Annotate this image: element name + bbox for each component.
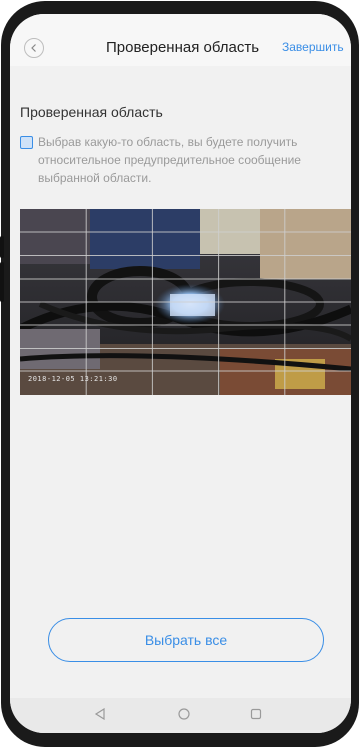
page-title: Проверенная область <box>106 39 260 56</box>
camera-preview[interactable]: 2018-12-05 13:21:30 <box>20 209 351 395</box>
circle-home-icon[interactable] <box>178 708 190 720</box>
area-checkbox[interactable] <box>20 136 33 149</box>
screen: Проверенная область Завершить Проверенна… <box>10 14 351 733</box>
square-recents-icon[interactable] <box>250 708 262 720</box>
power-button <box>0 262 4 302</box>
section-title: Проверенная область <box>20 104 163 120</box>
finish-button[interactable]: Завершить <box>282 40 344 54</box>
navigation-bar: Проверенная область Завершить <box>10 14 351 66</box>
chevron-left-icon <box>31 44 36 52</box>
system-navigation-bar <box>10 698 351 733</box>
select-all-button[interactable]: Выбрать все <box>48 618 324 662</box>
volume-button <box>0 236 4 258</box>
camera-image <box>20 209 351 395</box>
triangle-back-icon[interactable] <box>94 708 106 720</box>
hint-text: Выбрав какую-то область, вы будете получ… <box>38 135 301 185</box>
back-button[interactable] <box>24 38 44 58</box>
camera-timestamp: 2018-12-05 13:21:30 <box>28 375 118 383</box>
